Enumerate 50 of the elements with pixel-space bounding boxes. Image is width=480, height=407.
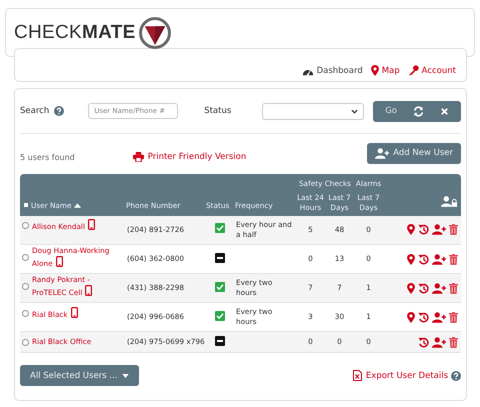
- nav-link[interactable]: Map: [370, 65, 400, 76]
- nav-link[interactable]: Account: [408, 65, 456, 76]
- key-icon: [408, 65, 419, 76]
- trash-icon[interactable]: [449, 282, 458, 294]
- row-select-radio[interactable]: [22, 338, 29, 346]
- map-pin-icon[interactable]: [407, 254, 415, 265]
- user-plus-icon[interactable]: [432, 224, 446, 236]
- trash-icon[interactable]: [449, 224, 458, 236]
- user-plus-icon: [375, 148, 390, 158]
- bulk-actions-button[interactable]: All Selected Users ...: [20, 365, 140, 386]
- history-icon[interactable]: [418, 312, 429, 323]
- user-plus-icon[interactable]: [432, 336, 446, 348]
- go-button[interactable]: Go: [377, 100, 405, 122]
- close-icon: [440, 106, 449, 116]
- map-pin-icon[interactable]: [407, 224, 415, 236]
- row-select-radio[interactable]: [22, 282, 29, 290]
- results-count: 5 users found: [20, 152, 75, 162]
- user-plus-icon[interactable]: [432, 254, 446, 265]
- status-label: Status: [204, 106, 232, 116]
- user-plus-icon[interactable]: [432, 312, 446, 323]
- help-icon[interactable]: [54, 106, 64, 116]
- history-icon[interactable]: [418, 336, 429, 348]
- chevron-icon: [351, 108, 358, 114]
- export-link[interactable]: Export User Details: [352, 370, 448, 382]
- refresh-icon: [413, 106, 424, 116]
- printer-icon: [132, 152, 144, 162]
- trash-icon[interactable]: [449, 336, 458, 348]
- printer-link[interactable]: Printer Friendly Version: [132, 152, 246, 162]
- trash-icon[interactable]: [449, 312, 458, 323]
- sort-up-icon: [74, 203, 81, 208]
- help-icon[interactable]: [451, 370, 461, 381]
- trash-icon[interactable]: [449, 254, 458, 265]
- add-user-button[interactable]: Add New User: [367, 142, 461, 164]
- logo-text: CHECKMATE: [14, 22, 136, 44]
- file-x-icon: [352, 370, 362, 382]
- row-select-radio[interactable]: [22, 222, 29, 230]
- row-select-radio[interactable]: [22, 310, 29, 317]
- user-plus-icon[interactable]: [432, 282, 446, 294]
- history-icon[interactable]: [418, 224, 429, 236]
- caret-icon: [122, 374, 130, 378]
- map-pin-icon: [370, 65, 379, 76]
- users-lock-icon: [441, 196, 457, 208]
- nav-link[interactable]: Dashboard: [302, 66, 363, 76]
- map-pin-icon[interactable]: [407, 312, 415, 323]
- map-pin-icon[interactable]: [407, 282, 415, 294]
- row-select-radio[interactable]: [22, 254, 29, 261]
- history-icon[interactable]: [418, 282, 429, 294]
- search-label: Search: [20, 106, 50, 116]
- history-icon[interactable]: [418, 254, 429, 265]
- shield-logo-icon: [138, 16, 172, 50]
